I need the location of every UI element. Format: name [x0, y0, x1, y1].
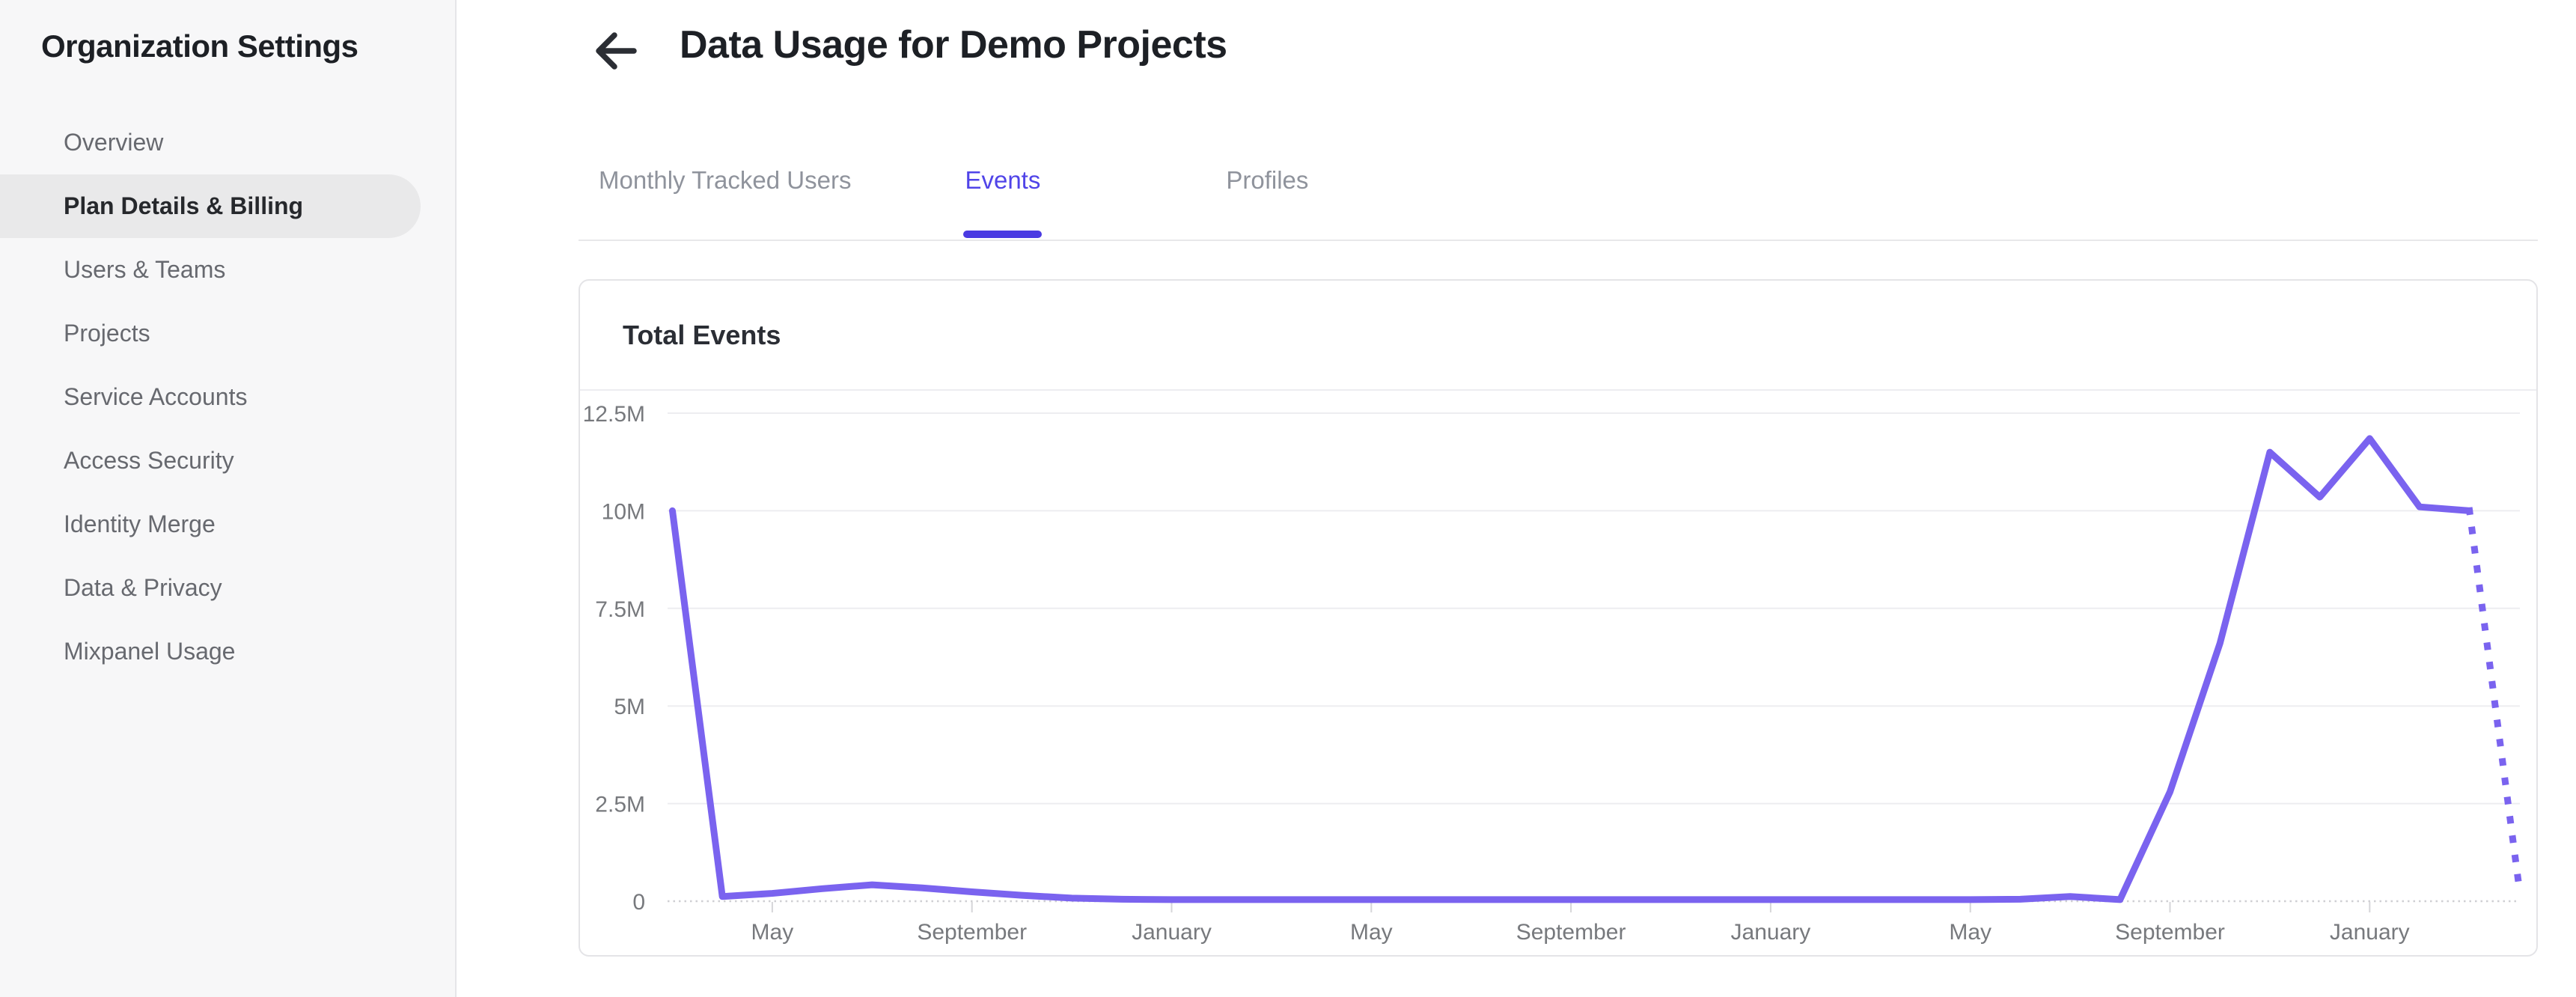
svg-text:January: January [1731, 920, 1811, 945]
sidebar-item-mixpanel-usage[interactable]: Mixpanel Usage [0, 620, 421, 683]
sidebar-item-data-privacy[interactable]: Data & Privacy [0, 556, 421, 620]
sidebar-item-projects[interactable]: Projects [0, 302, 421, 365]
chart-card-header: Total Events [580, 281, 2536, 391]
sidebar-item-plan-details-billing[interactable]: Plan Details & Billing [0, 174, 421, 238]
svg-text:10M: 10M [602, 499, 645, 524]
svg-text:May: May [1350, 920, 1393, 945]
svg-text:May: May [1949, 920, 1991, 945]
sidebar-item-overview[interactable]: Overview [0, 111, 421, 174]
sidebar-item-identity-merge[interactable]: Identity Merge [0, 493, 421, 556]
tab-bar-divider [579, 240, 2538, 241]
tab-profiles[interactable]: Profiles [1226, 166, 1308, 238]
svg-text:2.5M: 2.5M [595, 793, 645, 817]
svg-text:January: January [2330, 920, 2410, 945]
sidebar-item-service-accounts[interactable]: Service Accounts [0, 365, 421, 429]
sidebar-title: Organization Settings [41, 28, 358, 64]
sidebar: Organization Settings Overview Plan Detai… [0, 0, 457, 997]
svg-text:0: 0 [632, 890, 645, 915]
chart-card: Total Events 0 2.5M 5M 7.5M 10M 12.5M May Septe… [579, 279, 2538, 957]
sidebar-item-users-teams[interactable]: Users & Teams [0, 238, 421, 302]
tab-events[interactable]: Events [963, 166, 1043, 238]
tab-monthly-tracked-users[interactable]: Monthly Tracked Users [599, 166, 851, 238]
svg-text:7.5M: 7.5M [595, 597, 645, 622]
chart-card-body: 0 2.5M 5M 7.5M 10M 12.5M May September January Ma… [580, 391, 2536, 955]
svg-text:5M: 5M [614, 695, 645, 719]
svg-text:September: September [2115, 920, 2225, 945]
svg-text:January: January [1132, 920, 1212, 945]
chart-title: Total Events [623, 320, 781, 350]
svg-text:May: May [751, 920, 794, 945]
svg-text:September: September [1516, 920, 1626, 945]
active-tab-indicator [963, 231, 1043, 238]
arrow-left-icon [590, 31, 640, 76]
total-events-line-chart: 0 2.5M 5M 7.5M 10M 12.5M May September January Ma… [583, 402, 2524, 945]
app-root: Organization Settings Overview Plan Detai… [0, 0, 2576, 997]
svg-text:12.5M: 12.5M [583, 402, 645, 427]
tab-bar: Monthly Tracked Users Events Profiles [599, 166, 1308, 238]
sidebar-item-access-security[interactable]: Access Security [0, 429, 421, 493]
page-title: Data Usage for Demo Projects [680, 23, 1227, 67]
back-button[interactable] [588, 25, 642, 78]
sidebar-nav: Overview Plan Details & Billing Users & Te… [0, 111, 455, 683]
svg-text:September: September [917, 920, 1027, 945]
